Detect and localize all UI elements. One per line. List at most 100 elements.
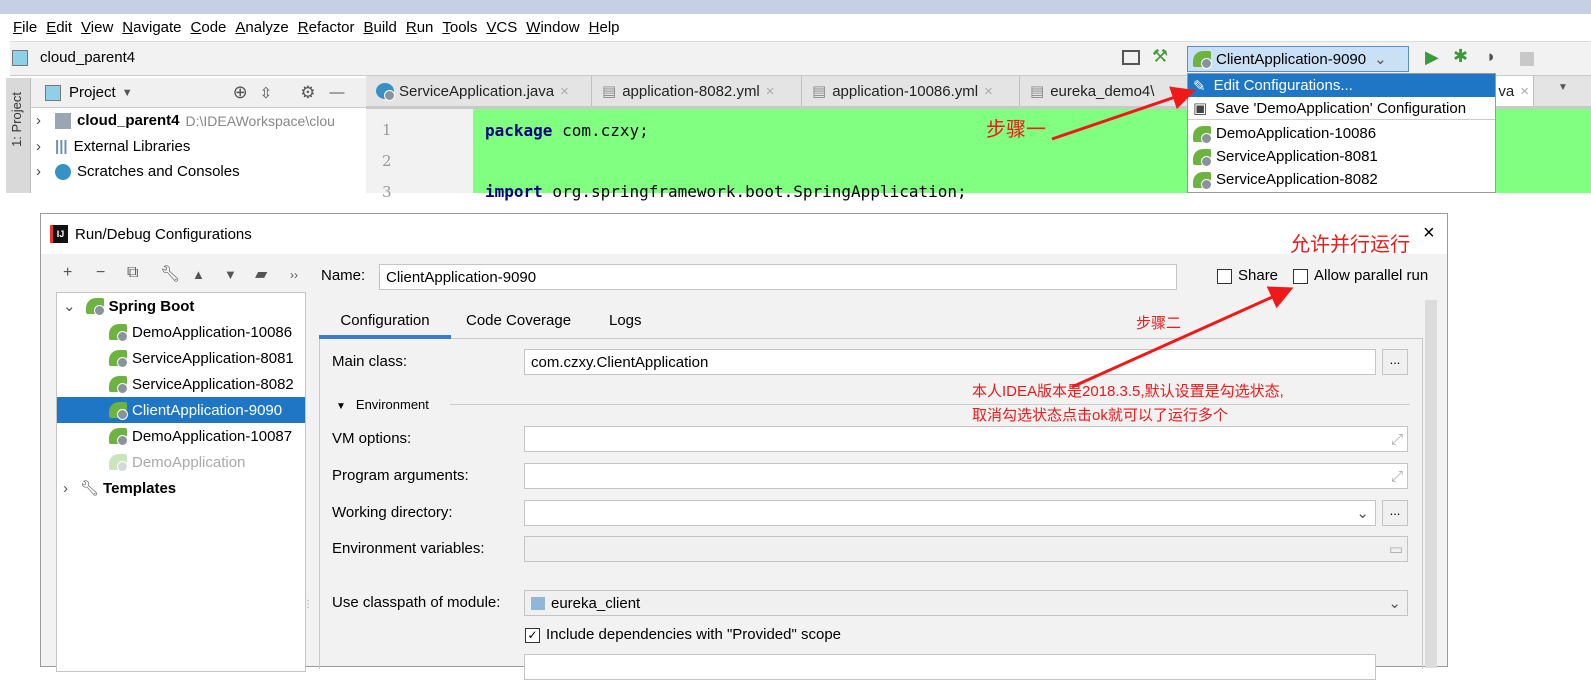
menu-file[interactable]: File: [13, 19, 37, 36]
tree-config-item-temporary[interactable]: DemoApplication: [57, 449, 305, 475]
config-item[interactable]: ServiceApplication-8082: [1188, 168, 1495, 191]
vm-options-input[interactable]: ⤢: [524, 426, 1408, 452]
include-dependencies-checkbox[interactable]: ✓ Include dependencies with "Provided" sc…: [525, 626, 841, 643]
menu-analyze[interactable]: Analyze: [235, 19, 288, 36]
config-item[interactable]: DemoApplication-10086: [1188, 122, 1495, 145]
run-config-popup: ✎ Edit Configurations... ▣ Save 'DemoAppli…: [1187, 73, 1496, 193]
run-icon[interactable]: ▶: [1425, 47, 1439, 68]
dropdown-arrow-icon[interactable]: ▼: [122, 87, 133, 99]
debug-bug-icon[interactable]: ✱: [1453, 46, 1468, 67]
classpath-module-label: Use classpath of module:: [332, 594, 501, 611]
tab-eureka-demo4[interactable]: ▤ eureka_demo4\: [1020, 76, 1190, 106]
chevron-down-icon[interactable]: ⌄: [1356, 504, 1369, 522]
menu-code[interactable]: Code: [191, 19, 227, 36]
checkbox[interactable]: [1293, 268, 1308, 284]
menu-refactor[interactable]: Refactor: [298, 19, 355, 36]
environment-variables-input[interactable]: ▭: [524, 536, 1408, 562]
save-configuration-item[interactable]: ▣ Save 'DemoApplication' Configuration: [1188, 97, 1495, 120]
browse-button[interactable]: ...: [1382, 500, 1408, 526]
hide-icon[interactable]: —: [330, 84, 345, 101]
tabs-overflow-icon[interactable]: ▼: [1558, 82, 1568, 93]
browse-button[interactable]: ...: [1382, 349, 1408, 375]
tree-item-external-libraries[interactable]: › ||| External Libraries: [36, 138, 190, 155]
build-hammer-icon[interactable]: ⚒: [1152, 46, 1168, 67]
move-down-icon[interactable]: ▼: [224, 267, 237, 282]
close-icon[interactable]: ×: [984, 83, 993, 100]
copy-icon[interactable]: ⧉: [127, 264, 138, 282]
tree-item-cloud-parent4[interactable]: › cloud_parent4 D:\IDEAWorkspace\clou: [36, 112, 335, 129]
close-icon[interactable]: ×: [560, 83, 569, 100]
tab-code-coverage[interactable]: Code Coverage: [466, 312, 571, 329]
main-class-input[interactable]: com.czxy.ClientApplication: [524, 349, 1376, 375]
more-icon[interactable]: ››: [290, 268, 298, 282]
annotation-note-line2: 取消勾选状态点击ok就可以了运行多个: [972, 407, 1228, 424]
next-input[interactable]: [524, 654, 1376, 680]
run-config-selector[interactable]: ClientApplication-9090 ⌄: [1187, 46, 1409, 72]
vm-options-label: VM options:: [332, 430, 412, 447]
classpath-module-select[interactable]: eureka_client ⌄: [524, 590, 1408, 616]
tab-application-10086[interactable]: ▤ application-10086.yml ×: [802, 76, 1020, 106]
project-side-tab[interactable]: 1: Project: [9, 92, 24, 147]
tab-application-8082[interactable]: ▤ application-8082.yml ×: [592, 76, 802, 106]
project-tool-window-strip[interactable]: 1: Project: [6, 78, 31, 193]
name-input[interactable]: ClientApplication-9090: [379, 264, 1177, 290]
move-up-icon[interactable]: ▲: [192, 267, 205, 282]
remove-icon[interactable]: −: [96, 264, 105, 282]
project-panel-title[interactable]: Project: [69, 84, 116, 101]
allow-parallel-run-checkbox[interactable]: Allow parallel run: [1293, 267, 1428, 284]
collapse-all-icon[interactable]: ⇳: [260, 84, 273, 102]
tab-service-application[interactable]: ServiceApplication.java ×: [366, 76, 592, 106]
wrench-icon[interactable]: 🔧︎: [160, 264, 180, 284]
tab-logs[interactable]: Logs: [609, 312, 642, 329]
share-checkbox[interactable]: Share: [1217, 267, 1278, 284]
locate-icon[interactable]: ⊕: [233, 82, 248, 103]
program-arguments-input[interactable]: ⤢: [524, 463, 1408, 489]
spring-boot-icon: [1193, 125, 1212, 144]
expand-icon[interactable]: ⤢: [1391, 468, 1403, 485]
menu-tools[interactable]: Tools: [442, 19, 477, 36]
layout-icon[interactable]: [1122, 50, 1140, 65]
gear-icon[interactable]: ⚙: [300, 83, 315, 103]
spring-boot-icon: [1193, 51, 1212, 69]
splitter-handle[interactable]: ⋮: [303, 599, 313, 610]
tree-spring-boot[interactable]: ⌄ Spring Boot: [57, 293, 305, 319]
project-panel-header: Project ▼ ⊕ ⇳ ⚙ —: [31, 78, 366, 108]
stop-icon[interactable]: [1520, 52, 1534, 66]
menu-window[interactable]: Window: [526, 19, 579, 36]
environment-section[interactable]: ▼ Environment: [336, 397, 429, 412]
new-folder-icon[interactable]: ▰: [255, 264, 267, 284]
tree-config-item-selected[interactable]: ClientApplication-9090: [57, 397, 305, 423]
menu-vcs[interactable]: VCS: [486, 19, 517, 36]
close-icon[interactable]: ×: [766, 83, 775, 100]
tree-config-item[interactable]: DemoApplication-10086: [57, 319, 305, 345]
menu-navigate[interactable]: Navigate: [122, 19, 181, 36]
tree-item-scratches[interactable]: › Scratches and Consoles: [36, 163, 240, 180]
menu-view[interactable]: View: [81, 19, 113, 36]
close-icon[interactable]: ×: [1423, 222, 1435, 245]
tree-config-item[interactable]: ServiceApplication-8081: [57, 345, 305, 371]
annotation-allow-parallel: 允许并行运行: [1290, 232, 1410, 256]
menu-run[interactable]: Run: [406, 19, 434, 36]
code-keyword: package: [485, 121, 553, 140]
menu-build[interactable]: Build: [363, 19, 396, 36]
tree-templates[interactable]: › 🔧︎ Templates: [57, 475, 305, 501]
scrollbar[interactable]: [1425, 300, 1437, 668]
tree-config-item[interactable]: DemoApplication-10087: [57, 423, 305, 449]
folder-icon[interactable]: ▭: [1389, 540, 1403, 558]
tab-configuration[interactable]: Configuration: [319, 306, 451, 339]
close-icon[interactable]: ×: [1520, 83, 1529, 100]
coverage-icon[interactable]: ◗: [1486, 47, 1496, 67]
project-icon: [12, 50, 28, 66]
config-item[interactable]: ServiceApplication-8081: [1188, 145, 1495, 168]
tree-config-item[interactable]: ServiceApplication-8082: [57, 371, 305, 397]
checkbox-checked[interactable]: ✓: [525, 627, 540, 643]
working-directory-input[interactable]: ⌄: [524, 500, 1376, 526]
add-icon[interactable]: +: [63, 264, 72, 282]
intellij-logo-icon: IJ: [50, 225, 68, 243]
edit-configurations-item[interactable]: ✎ Edit Configurations...: [1188, 74, 1495, 97]
project-breadcrumb[interactable]: cloud_parent4: [40, 49, 135, 66]
checkbox[interactable]: [1217, 268, 1232, 284]
menu-help[interactable]: Help: [589, 19, 620, 36]
menu-edit[interactable]: Edit: [46, 19, 72, 36]
expand-icon[interactable]: ⤢: [1391, 431, 1403, 448]
